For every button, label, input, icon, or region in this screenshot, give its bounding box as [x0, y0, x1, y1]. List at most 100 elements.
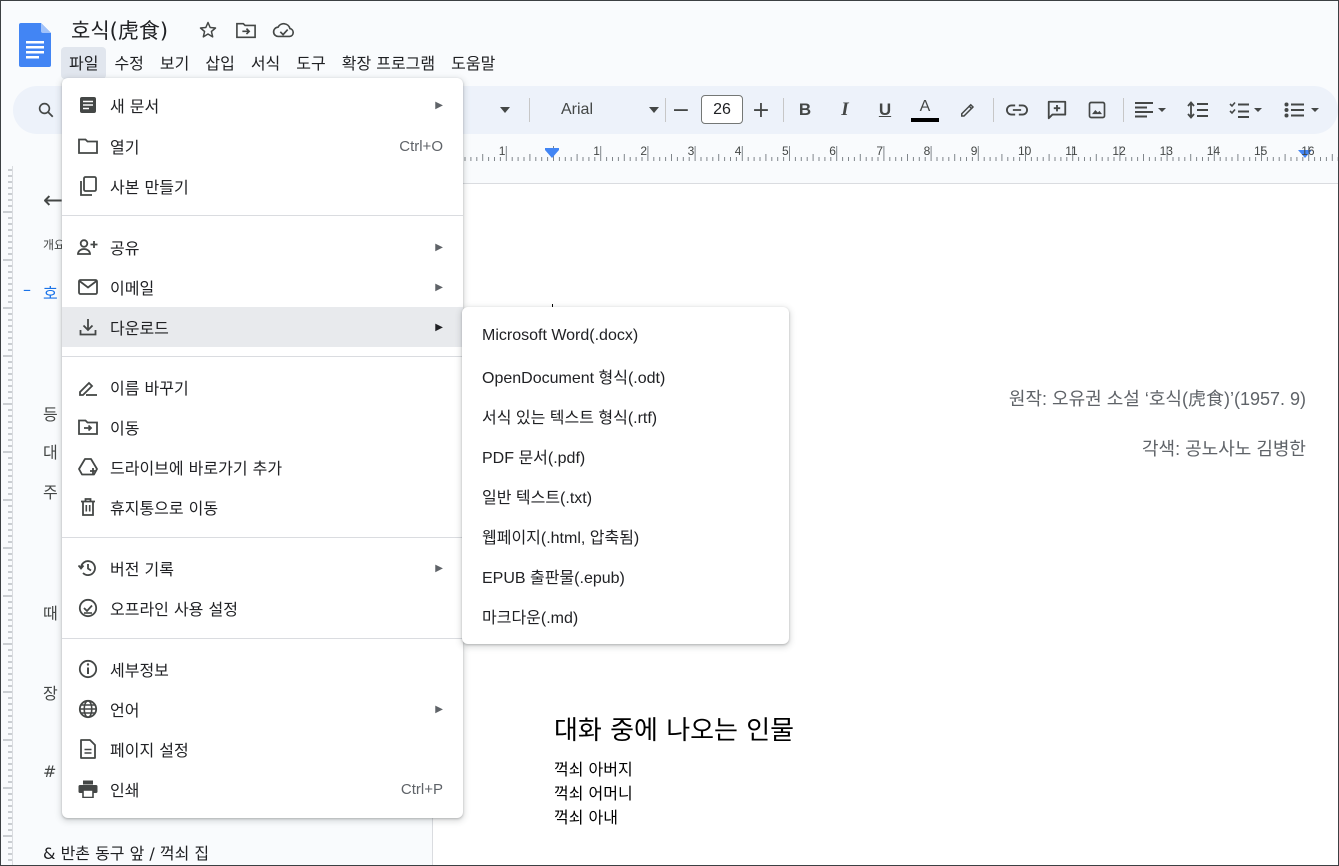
menu-item-email[interactable]: 이메일 ▶: [62, 267, 463, 307]
font-dropdown-icon: [649, 107, 659, 113]
menu-bar: 파일 수정 보기 삽입 서식 도구 확장 프로그램 도움말: [61, 47, 503, 79]
menu-item-add-shortcut[interactable]: 드라이브에 바로가기 추가: [62, 447, 463, 487]
outline-item[interactable]: 때: [43, 600, 58, 624]
toolbar-divider: [665, 98, 666, 122]
menu-item-download[interactable]: 다운로드 ▶: [62, 307, 463, 347]
menu-item-details[interactable]: 세부정보: [62, 649, 463, 689]
docs-logo-icon[interactable]: [19, 23, 51, 67]
menu-extensions[interactable]: 확장 프로그램: [334, 47, 443, 79]
drive-shortcut-icon: [76, 455, 100, 479]
outline-item-active[interactable]: 호: [43, 280, 58, 304]
menu-edit[interactable]: 수정: [106, 47, 151, 79]
move-to-folder-icon[interactable]: [234, 18, 258, 42]
character-line: 꺽쇠 어머니: [554, 784, 633, 803]
menu-item-label: 인쇄: [110, 781, 140, 800]
download-option-docx[interactable]: Microsoft Word(.docx): [462, 316, 789, 356]
outline-item[interactable]: 등: [43, 401, 58, 425]
trash-icon: [76, 495, 100, 519]
outline-item[interactable]: 장: [43, 680, 58, 704]
menu-file[interactable]: 파일: [61, 47, 107, 79]
style-dropdown-icon[interactable]: [495, 86, 515, 134]
outline-item[interactable]: 주: [43, 479, 58, 503]
decrease-font-size-button[interactable]: −: [669, 86, 693, 134]
adaptation-credit: 각색: 공노사노 김병한: [1141, 439, 1306, 459]
original-credit: 원작: 오유권 소설 ‘호식(虎食)’(1957. 9): [1008, 389, 1306, 409]
image-icon[interactable]: [1083, 86, 1111, 134]
align-icon[interactable]: [1131, 86, 1171, 134]
submenu-arrow-icon: ▶: [435, 703, 443, 715]
toolbar-divider: [783, 98, 784, 122]
submenu-arrow-icon: ▶: [435, 241, 443, 253]
toolbar-divider: [993, 98, 994, 122]
menu-item-label: 다운로드: [110, 319, 169, 338]
ruler-number: 9: [970, 144, 978, 158]
bold-button[interactable]: B: [793, 86, 817, 134]
menu-item-page-setup[interactable]: 페이지 설정: [62, 729, 463, 769]
document-title[interactable]: 호식(虎食): [71, 15, 168, 45]
submenu-arrow-icon: ▶: [435, 99, 443, 111]
line-spacing-icon[interactable]: [1183, 86, 1213, 134]
outline-item-hash[interactable]: #: [43, 762, 56, 781]
outline-back-button[interactable]: ←: [43, 186, 63, 214]
highlight-icon[interactable]: [955, 86, 979, 134]
menu-item-label: 언어: [110, 701, 140, 720]
menu-item-offline[interactable]: 오프라인 사용 설정: [62, 588, 463, 628]
font-select[interactable]: Arial: [549, 86, 659, 134]
star-icon[interactable]: [196, 18, 220, 42]
download-option-md[interactable]: 마크다운(.md): [462, 596, 789, 636]
outline-item[interactable]: 대: [43, 439, 58, 463]
print-icon: [76, 777, 100, 801]
menu-item-make-copy[interactable]: 사본 만들기: [62, 166, 463, 206]
menu-insert[interactable]: 삽입: [197, 47, 242, 79]
menu-item-move[interactable]: 이동: [62, 407, 463, 447]
ruler-number: 1: [593, 144, 600, 158]
ruler-number: 10: [1018, 144, 1032, 158]
outline-item[interactable]: & 반촌 동구 앞 / 꺽쇠 집: [43, 840, 209, 864]
menu-item-label: 드라이브에 바로가기 추가: [110, 459, 283, 478]
vertical-ruler[interactable]: [1, 166, 13, 865]
ruler-number: 6: [829, 144, 836, 158]
link-icon[interactable]: [1003, 86, 1031, 134]
menu-item-open[interactable]: 열기 Ctrl+O: [62, 126, 463, 166]
font-name: Arial: [561, 101, 594, 118]
bullet-list-icon[interactable]: [1279, 86, 1327, 134]
menu-item-print[interactable]: 인쇄 Ctrl+P: [62, 769, 463, 809]
menu-item-language[interactable]: 언어 ▶: [62, 689, 463, 729]
ruler-number: 15: [1254, 144, 1268, 158]
menu-item-trash[interactable]: 휴지통으로 이동: [62, 487, 463, 527]
menu-item-new-document[interactable]: 새 문서 ▶: [62, 85, 463, 125]
cloud-saved-icon[interactable]: [272, 18, 296, 42]
checklist-icon[interactable]: [1225, 86, 1269, 134]
character-line: 꺽쇠 아내: [554, 808, 618, 827]
horizontal-ruler[interactable]: 1 1 2 3 4 5 6 7 8 9 10 11 12 13 14 15 16: [463, 141, 1338, 163]
download-option-html[interactable]: 웹페이지(.html, 압축됨): [462, 516, 789, 556]
italic-button[interactable]: I: [833, 86, 857, 134]
menu-format[interactable]: 서식: [243, 47, 288, 79]
ruler-number: 16: [1301, 144, 1315, 158]
font-size-input[interactable]: 26: [701, 95, 743, 124]
search-icon[interactable]: [31, 86, 61, 134]
text-color-button[interactable]: A: [911, 86, 939, 134]
menu-item-version-history[interactable]: 버전 기록 ▶: [62, 548, 463, 588]
download-option-rtf[interactable]: 서식 있는 텍스트 형식(.rtf): [462, 396, 789, 436]
menu-view[interactable]: 보기: [152, 47, 197, 79]
menu-item-share[interactable]: 공유 ▶: [62, 227, 463, 267]
ruler-number: 12: [1112, 144, 1126, 158]
menu-tools[interactable]: 도구: [288, 47, 333, 79]
shortcut-label: Ctrl+O: [399, 137, 443, 155]
comment-icon[interactable]: [1043, 86, 1071, 134]
download-option-txt[interactable]: 일반 텍스트(.txt): [462, 476, 789, 516]
offline-check-icon: [76, 596, 100, 620]
download-option-pdf[interactable]: PDF 문서(.pdf): [462, 436, 789, 476]
underline-button[interactable]: U: [873, 86, 897, 134]
toolbar-divider: [1123, 98, 1124, 122]
menu-help[interactable]: 도움말: [443, 47, 503, 79]
increase-font-size-button[interactable]: +: [749, 86, 773, 134]
indent-marker-icon: [545, 150, 559, 158]
menu-item-rename[interactable]: 이름 바꾸기: [62, 367, 463, 407]
menu-item-label: 사본 만들기: [110, 178, 189, 197]
download-option-epub[interactable]: EPUB 출판물(.epub): [462, 556, 789, 596]
download-option-odt[interactable]: OpenDocument 형식(.odt): [462, 356, 789, 396]
text-color-swatch: [911, 117, 939, 122]
globe-icon: [76, 697, 100, 721]
